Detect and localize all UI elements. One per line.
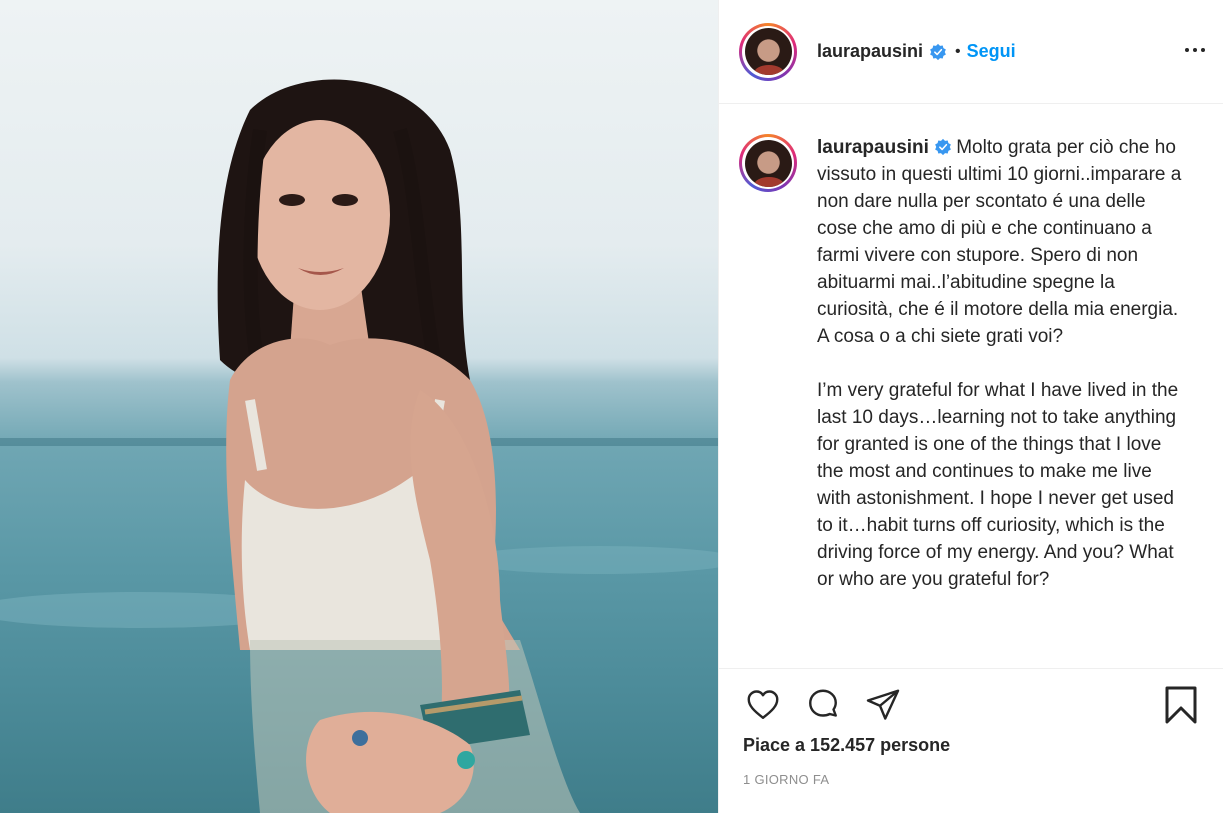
share-icon[interactable]: [863, 685, 903, 725]
verified-badge-icon: [935, 138, 952, 156]
caption-avatar[interactable]: [739, 134, 797, 192]
post-timestamp[interactable]: 1 GIORNO FA: [743, 772, 1203, 787]
follow-button[interactable]: Segui: [967, 41, 1016, 62]
heart-icon[interactable]: [743, 685, 783, 725]
caption-username[interactable]: laurapausini: [817, 137, 929, 158]
post-header: laurapausini • Segui: [719, 0, 1223, 104]
photo-illustration: [0, 79, 718, 813]
author-avatar[interactable]: [739, 22, 797, 81]
action-icon-row: [743, 683, 1203, 727]
avatar-image: [744, 28, 792, 75]
instagram-post: laurapausini • Segui laurapausini Molto …: [0, 0, 1223, 813]
author-username[interactable]: laurapausini: [817, 41, 923, 62]
post-side-panel: laurapausini • Segui laurapausini Molto …: [718, 0, 1223, 813]
comments-section: laurapausini Molto grata per ciò che ho …: [719, 104, 1223, 668]
avatar-image: [744, 139, 792, 187]
comment-icon[interactable]: [803, 685, 843, 725]
post-caption: laurapausini Molto grata per ciò che ho …: [817, 134, 1189, 593]
post-actions: Piace a 152.457 persone 1 GIORNO FA: [719, 668, 1223, 813]
likes-count[interactable]: Piace a 152.457 persone: [743, 735, 1203, 756]
caption-text: Molto grata per ciò che ho vissuto in qu…: [817, 137, 1182, 590]
more-options-icon[interactable]: [1183, 38, 1207, 67]
bookmark-icon[interactable]: [1161, 685, 1201, 725]
separator-dot: •: [955, 42, 961, 60]
post-photo[interactable]: [0, 0, 718, 813]
verified-badge-icon: [930, 43, 946, 60]
